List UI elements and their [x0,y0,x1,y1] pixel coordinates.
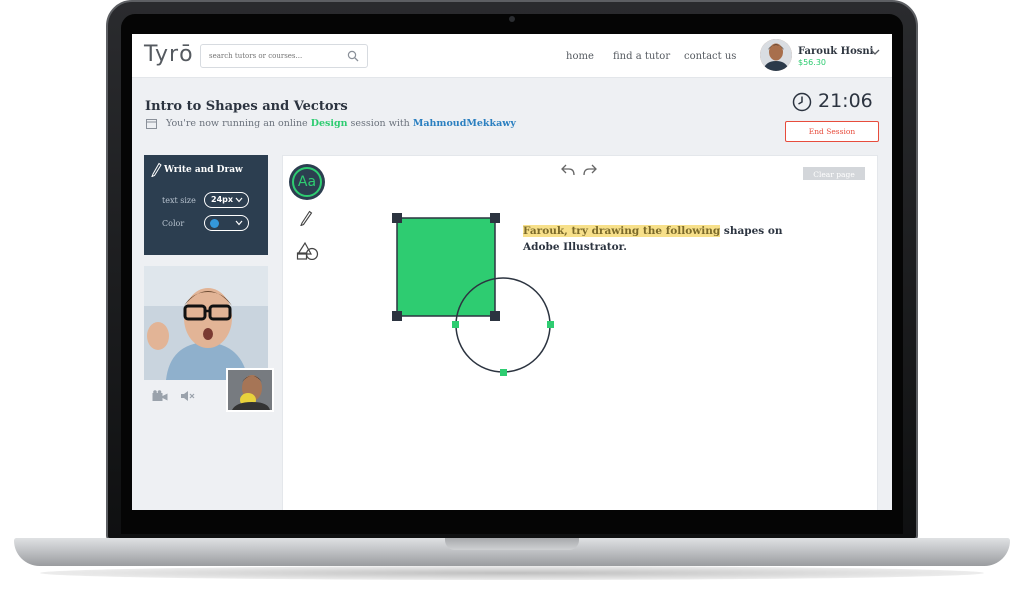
chevron-down-icon [235,197,243,203]
video-camera-icon[interactable] [152,390,168,402]
drawing-canvas[interactable]: Aa Clear page Farouk, try drawing the fo… [282,155,878,510]
nav-find-tutor[interactable]: find a tutor [613,51,670,62]
text-size-label: text size [162,196,196,205]
session-timer: 21:06 [818,90,873,112]
laptop-notch [445,538,579,550]
tutor-instruction: Farouk, try drawing the following shapes… [523,223,783,255]
search-input[interactable] [207,48,347,64]
square-handle[interactable] [392,311,402,321]
tutor-video-frame [144,266,268,380]
text-size-value: 24px [211,195,234,204]
text-tool-label: Aa [292,167,322,197]
avatar[interactable] [760,39,792,71]
redo-icon[interactable] [583,164,597,176]
self-video-pip[interactable] [226,368,274,412]
page-title: Intro to Shapes and Vectors [145,99,348,114]
text-tool-button[interactable]: Aa [289,164,325,200]
calendar-icon [146,119,157,129]
user-balance: $56.30 [798,58,826,67]
square-handle[interactable] [490,213,500,223]
drawn-square[interactable] [396,217,496,317]
nav-contact[interactable]: contact us [684,51,736,62]
color-label: Color [162,219,185,228]
search-box [200,44,368,68]
top-navbar: Tyrō home find a tutor contact us Farouk… [132,34,892,78]
text-size-select[interactable]: 24px [204,192,249,208]
pen-tool-icon[interactable] [299,208,313,226]
app-screen: Tyrō home find a tutor contact us Farouk… [132,34,892,510]
circle-handle[interactable] [500,369,507,376]
chevron-down-icon[interactable] [870,48,880,56]
circle-handle[interactable] [547,321,554,328]
end-session-button[interactable]: End Session [785,121,879,142]
subtitle-prefix: You're now running an online [166,118,308,129]
tyro-logo[interactable]: Tyrō [144,42,194,67]
subtitle-mid: session with [350,118,410,129]
panel-heading: Write and Draw [164,165,243,175]
user-name[interactable]: Farouk Hosni [798,46,873,57]
search-icon[interactable] [347,50,359,62]
square-handle[interactable] [392,213,402,223]
square-handle[interactable] [490,311,500,321]
nav-home[interactable]: home [566,51,594,62]
circle-handle[interactable] [452,321,459,328]
clear-page-button[interactable]: Clear page [803,167,865,180]
clock-icon [792,92,812,112]
pencil-icon [151,162,162,177]
avatar-photo [760,39,792,71]
self-video-frame [228,370,272,410]
tutor-video [144,266,268,380]
write-draw-panel: Write and Draw text size 24px Color [144,155,268,255]
color-swatch [210,219,219,228]
mute-icon[interactable] [180,390,196,402]
drawn-circle[interactable] [455,277,551,373]
session-subject: Design [310,118,348,129]
color-select[interactable] [204,215,249,231]
chevron-down-icon [235,220,243,226]
undo-icon[interactable] [561,164,575,176]
laptop-shadow [40,566,984,580]
shapes-tool-icon[interactable] [296,240,320,260]
webcam-dot [509,16,515,22]
instruction-highlight: Farouk, try drawing the following [523,225,721,237]
tutor-link[interactable]: MahmoudMekkawy [413,118,516,129]
session-subtitle: You're now running an online Design sess… [166,118,516,129]
